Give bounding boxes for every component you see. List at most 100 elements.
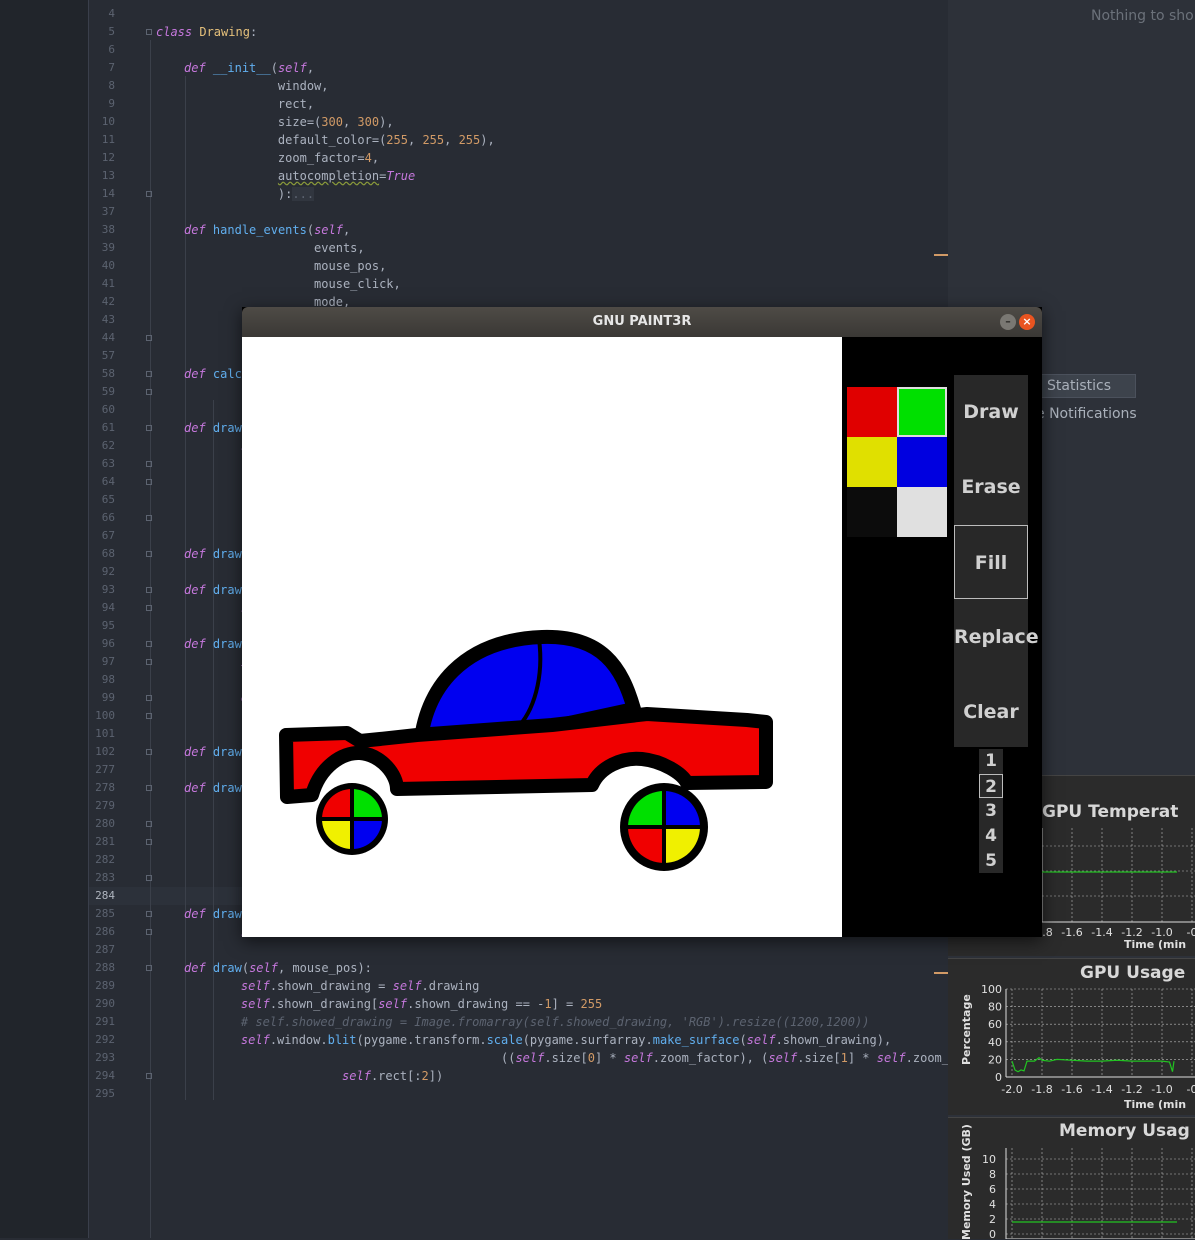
fold-toggle-icon[interactable] [146,713,152,719]
window-titlebar[interactable]: GNU PAINT3R – × [242,307,1042,337]
mode-button-clear[interactable]: Clear [954,675,1028,749]
notifications-item[interactable]: e Notifications [1036,406,1137,422]
brush-size-3[interactable]: 3 [979,799,1003,823]
line-number: 58 [101,367,115,380]
mode-button-fill[interactable]: Fill [954,525,1028,599]
fold-toggle-icon[interactable] [146,659,152,665]
line-number: 281 [95,835,115,848]
x-tick-label: -1.6 [1061,926,1082,939]
line-number: 284 [95,889,115,902]
scroll-marker[interactable] [934,254,948,256]
nothing-to-show-text: Nothing to sho [1091,8,1194,24]
brush-size-2[interactable]: 2 [979,774,1003,798]
color-swatch[interactable] [897,387,947,437]
line-number: 41 [101,277,115,290]
brush-size-1[interactable]: 1 [979,749,1003,773]
line-number: 98 [101,673,115,686]
drawing-canvas[interactable] [242,337,842,937]
code-line: def draw(self, mouse_pos): [184,961,372,975]
editor-left-strip [0,0,88,1238]
brush-size-5[interactable]: 5 [979,849,1003,873]
fold-toggle-icon[interactable] [146,821,152,827]
fold-toggle-icon[interactable] [146,587,152,593]
fold-toggle-icon[interactable] [146,785,152,791]
line-number: 289 [95,979,115,992]
y-tick-label: 80 [988,1001,1002,1014]
car-drawing [279,629,773,871]
fold-toggle-icon[interactable] [146,749,152,755]
code-line: def __init__(self, [184,61,315,75]
mode-button-draw[interactable]: Draw [954,375,1028,449]
code-line: events, [184,241,365,255]
line-number: 280 [95,817,115,830]
line-number: 99 [101,691,115,704]
fold-toggle-icon[interactable] [146,29,152,35]
statistics-button[interactable]: Statistics [1040,374,1136,398]
line-number: 62 [101,439,115,452]
close-icon[interactable]: × [1019,314,1035,330]
code-line: def draw [184,637,242,651]
fold-toggle-icon[interactable] [146,1073,152,1079]
scroll-marker[interactable] [934,972,948,974]
fold-toggle-icon[interactable] [146,695,152,701]
x-tick-label: -1.6 [1061,1083,1082,1096]
fold-toggle-icon[interactable] [146,191,152,197]
fold-toggle-icon[interactable] [146,371,152,377]
line-number: 95 [101,619,115,632]
y-tick-label: 40 [988,1036,1002,1049]
fold-toggle-icon[interactable] [146,425,152,431]
line-number: 100 [95,709,115,722]
color-swatch[interactable] [847,437,897,487]
fold-toggle-icon[interactable] [146,641,152,647]
fold-toggle-icon[interactable] [146,461,152,467]
fold-toggle-icon[interactable] [146,875,152,881]
line-number: 101 [95,727,115,740]
line-number: 40 [101,259,115,272]
color-swatch[interactable] [897,487,947,537]
line-number: 94 [101,601,115,614]
line-number: 43 [101,313,115,326]
line-number: 64 [101,475,115,488]
fold-toggle-icon[interactable] [146,479,152,485]
window-title: GNU PAINT3R [592,314,692,329]
code-line: ((self.size[0] * self.zoom_factor), (sel… [212,1051,978,1065]
fold-toggle-icon[interactable] [146,929,152,935]
color-swatch[interactable] [897,437,947,487]
line-number: 283 [95,871,115,884]
line-number: 93 [101,583,115,596]
code-line: self.shown_drawing[self.shown_drawing ==… [240,997,603,1011]
fold-toggle-icon[interactable] [146,839,152,845]
fold-toggle-icon[interactable] [146,515,152,521]
mode-button-replace[interactable]: Replace [954,600,1039,674]
fold-toggle-icon[interactable] [146,389,152,395]
x-tick-label: -0 [1187,926,1195,939]
fold-toggle-icon[interactable] [146,551,152,557]
code-line: def calcu [184,367,250,381]
line-number: 282 [95,853,115,866]
color-swatch[interactable] [847,487,897,537]
paint-window: GNU PAINT3R – × Draw Erase Fill Replace … [242,307,1042,937]
fold-toggle-icon[interactable] [146,335,152,341]
line-number: 6 [108,43,115,56]
x-tick-label: -1.2 [1121,1083,1142,1096]
line-number: 4 [108,7,115,20]
line-number: 63 [101,457,115,470]
code-line: def draw [184,547,242,561]
brush-size-4[interactable]: 4 [979,824,1003,848]
fold-toggle-icon[interactable] [146,605,152,611]
mode-button-erase[interactable]: Erase [954,450,1028,524]
line-number: 68 [101,547,115,560]
fold-toggle-icon[interactable] [146,911,152,917]
color-swatch[interactable] [847,387,897,437]
line-number: 14 [101,187,115,200]
gpu-usage-series [1011,1056,1175,1073]
code-line: autocompletion=True [277,169,416,183]
y-tick-label: 8 [989,1168,996,1181]
minimize-icon[interactable]: – [1000,314,1016,330]
line-number: 291 [95,1015,115,1028]
code-line: def draw [184,745,242,759]
fold-toggle-icon[interactable] [146,965,152,971]
x-tick-label: -1.8 [1031,1083,1052,1096]
line-number: 13 [101,169,115,182]
x-tick-label: -1.4 [1091,1083,1112,1096]
